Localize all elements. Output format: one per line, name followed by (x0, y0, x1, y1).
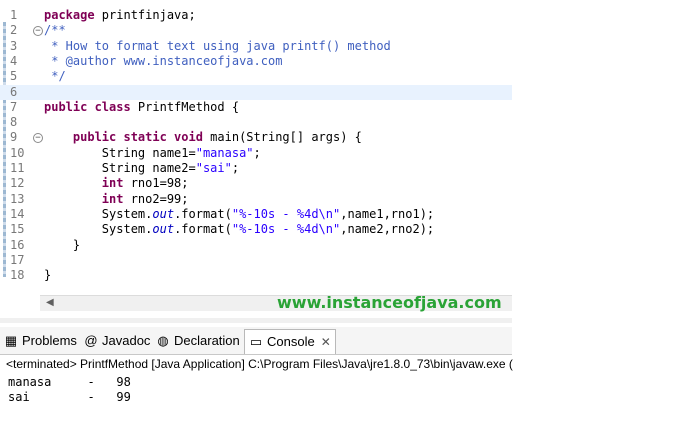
line-number: 12 (10, 176, 25, 191)
code-text: String name2="sai"; (44, 161, 240, 175)
fold-toggle-icon[interactable]: − (33, 133, 43, 144)
code-text: } (44, 268, 52, 283)
fold-toggle-icon[interactable]: − (33, 26, 43, 37)
code-line[interactable]: 8 (0, 115, 512, 130)
code-text: * @author www.instanceofjava.com (44, 53, 283, 68)
close-icon[interactable]: ✕ (321, 335, 331, 349)
code-text: package printfinjava; (44, 8, 196, 22)
panel-divider[interactable] (0, 318, 512, 323)
code-text: System.out.format("%-10s - %4d\n",name1,… (44, 206, 435, 221)
javadoc-icon: @ (84, 333, 98, 348)
code-line[interactable]: 6 (0, 84, 512, 100)
declaration-icon: ◍ (157, 333, 169, 348)
tab-label: Console (267, 334, 315, 349)
line-number: 2 (10, 23, 18, 38)
line-number: 7 (10, 99, 18, 114)
line-number: 10 (10, 145, 25, 160)
code-line[interactable]: 9 − public static void main(String[] args… (0, 130, 512, 145)
code-line[interactable]: 18} (0, 268, 512, 283)
code-text: * How to format text using java printf()… (44, 38, 391, 53)
code-line[interactable]: 2 −/** (0, 23, 512, 38)
watermark-text: www.instanceofjava.com (277, 293, 502, 312)
line-number: 13 (10, 191, 25, 206)
tab-label: Javadoc (102, 333, 151, 348)
code-text: int rno2=99; (44, 191, 189, 206)
code-text: int rno1=98; (44, 176, 189, 191)
tab-problems[interactable]: ▦ Problems (4, 331, 77, 351)
tab-declaration[interactable]: ◍ Declaration (156, 331, 240, 351)
console-output-line: sai - 99 (8, 390, 131, 404)
code-line[interactable]: 11 String name2="sai"; (0, 161, 512, 176)
line-number: 15 (10, 222, 25, 237)
scroll-left-icon[interactable]: ◀ (46, 297, 54, 308)
line-number: 8 (10, 115, 18, 130)
code-line[interactable]: 15 System.out.format("%-10s - %4d\n",nam… (0, 222, 512, 237)
code-text: String name1="manasa"; (44, 145, 261, 160)
code-text: public class PrintfMethod { (44, 99, 240, 114)
code-line[interactable]: 16 } (0, 238, 512, 253)
line-number: 1 (10, 8, 18, 22)
console-view[interactable]: <terminated> PrintfMethod [Java Applicat… (0, 355, 513, 443)
line-number: 3 (10, 38, 18, 53)
tab-label: Problems (22, 333, 77, 348)
line-number: 16 (10, 237, 25, 252)
problems-icon: ▦ (4, 333, 18, 348)
code-text: System.out.format("%-10s - %4d\n",name2,… (44, 222, 435, 237)
line-number: 6 (10, 84, 18, 99)
view-tab-bar: ▦ Problems @ Javadoc ◍ Declaration ▭ Console ✕ (0, 327, 512, 355)
code-text: */ (44, 69, 66, 84)
line-number: 5 (10, 69, 18, 84)
code-line[interactable]: 14 System.out.format("%-10s - %4d\n",nam… (0, 207, 512, 222)
line-number: 9 (10, 130, 18, 145)
line-number: 11 (10, 161, 25, 175)
line-number: 17 (10, 252, 25, 267)
code-line[interactable]: 10 String name1="manasa"; (0, 146, 512, 161)
code-line[interactable]: 17 (0, 253, 512, 268)
code-text: } (44, 237, 81, 252)
code-line[interactable]: 12 int rno1=98; (0, 176, 512, 191)
tab-label: Declaration (174, 333, 240, 348)
code-editor[interactable]: 1 package printfinjava; 2−/** 3 * How to fo… (0, 0, 512, 311)
code-line[interactable]: 13 int rno2=99; (0, 192, 512, 207)
code-line[interactable]: 5 */ (0, 69, 512, 84)
code-line[interactable]: 3 * How to format text using java printf… (0, 39, 512, 54)
code-line[interactable]: 4 * @author www.instanceofjava.com (0, 54, 512, 69)
code-line[interactable]: 1 package printfinjava; (0, 8, 512, 23)
line-number: 4 (10, 53, 18, 68)
line-number: 14 (10, 206, 25, 221)
code-text: public static void main(String[] args) { (44, 130, 362, 145)
code-text: /** (44, 23, 66, 38)
console-terminated-label: <terminated> PrintfMethod [Java Applicat… (6, 357, 513, 371)
line-number: 18 (10, 268, 25, 283)
tab-javadoc[interactable]: @ Javadoc (84, 331, 150, 351)
console-output-line: manasa - 98 (8, 375, 131, 389)
console-icon: ▭ (249, 334, 263, 349)
tab-console[interactable]: ▭ Console ✕ (244, 329, 336, 354)
code-line[interactable]: 7 public class PrintfMethod { (0, 100, 512, 115)
